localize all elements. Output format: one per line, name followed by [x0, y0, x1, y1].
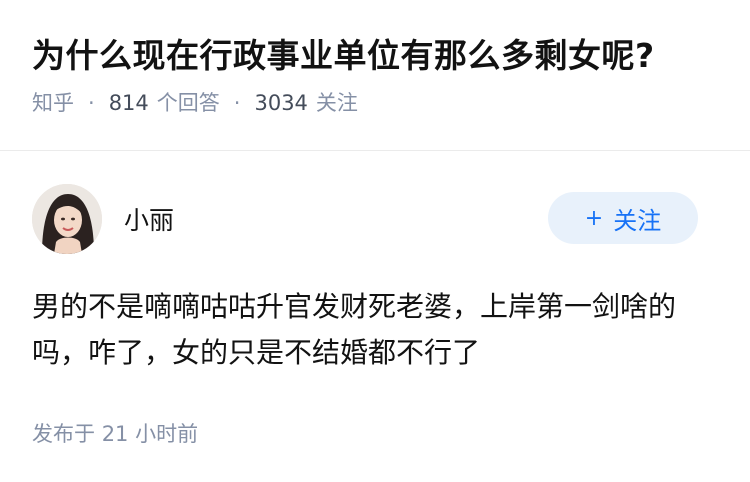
follow-button[interactable]: + 关注	[548, 192, 698, 244]
avatar-portrait-icon	[32, 184, 102, 254]
avatar[interactable]	[32, 184, 102, 254]
question-meta: 知乎 · 814 个回答 · 3034 关注	[32, 88, 718, 118]
question-title[interactable]: 为什么现在行政事业单位有那么多剩女呢?	[32, 34, 718, 78]
follow-button-label: 关注	[613, 206, 662, 235]
follow-count: 3034	[254, 91, 308, 115]
answer-count-label: 个回答	[156, 91, 220, 115]
answer-card: 小丽 + 关注 男的不是嘀嘀咕咕升官发财死老婆，上岸第一剑啥的吗，咋了，女的只是…	[0, 184, 750, 448]
author-row: 小丽 + 关注	[32, 184, 718, 254]
separator-dot: ·	[233, 91, 241, 115]
separator-dot: ·	[88, 91, 95, 115]
publish-time-value: 21 小时前	[101, 422, 199, 446]
source-label: 知乎	[32, 91, 74, 115]
author-name[interactable]: 小丽	[124, 201, 174, 237]
answer-count: 814	[108, 91, 149, 115]
publish-time: 发布于 21 小时前	[32, 418, 718, 448]
answer-content[interactable]: 男的不是嘀嘀咕咕升官发财死老婆，上岸第一剑啥的吗，咋了，女的只是不结婚都不行了	[32, 284, 712, 376]
publish-time-prefix: 发布于	[32, 422, 95, 446]
plus-icon: +	[584, 205, 604, 231]
follow-count-label: 关注	[315, 91, 358, 115]
divider	[0, 150, 750, 151]
question-header: 为什么现在行政事业单位有那么多剩女呢? 知乎 · 814 个回答 · 3034 …	[0, 0, 750, 116]
